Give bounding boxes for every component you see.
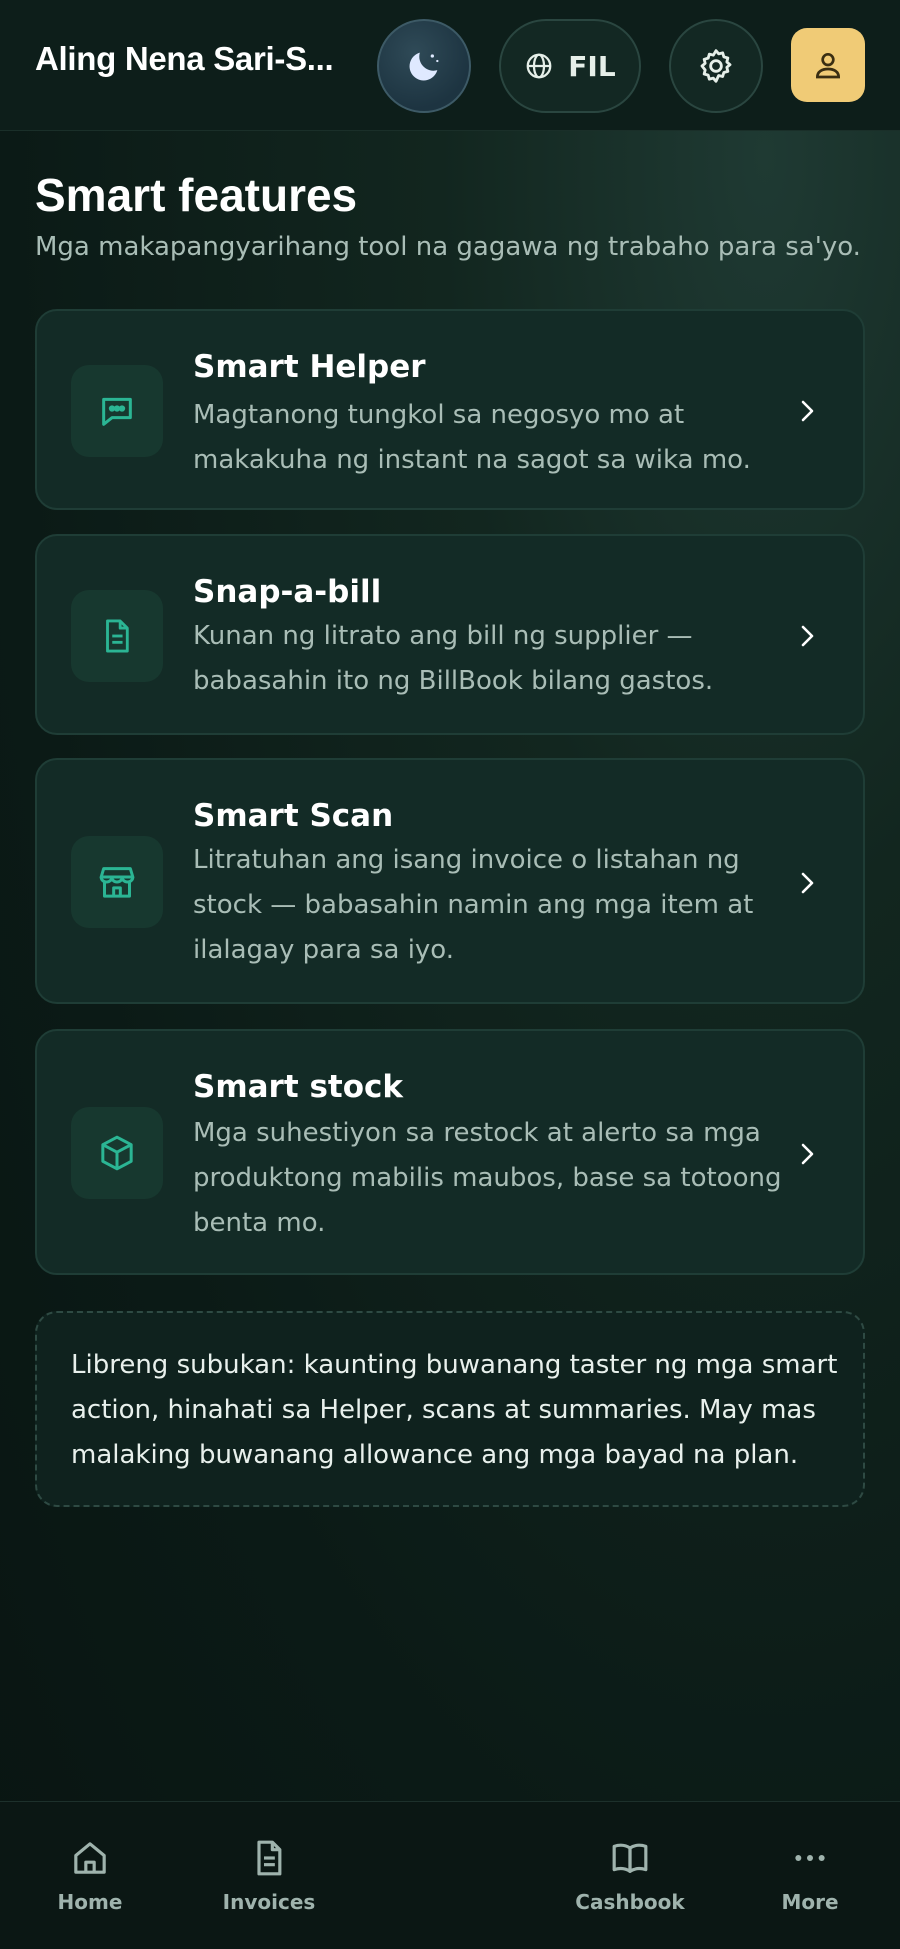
- settings-button[interactable]: [669, 19, 763, 113]
- theme-toggle-button[interactable]: [377, 19, 471, 113]
- nav-home[interactable]: Home: [20, 1838, 160, 1914]
- smart-features-screen: Aling Nena Sari-S... FIL Smart features …: [0, 0, 900, 1949]
- user-icon: [815, 53, 841, 79]
- card-title: Snap-a-bill: [193, 574, 382, 610]
- chevron-right-icon: [801, 872, 814, 894]
- chat-bubble-icon: [102, 397, 132, 426]
- smart-stock-card[interactable]: Smart stock Mga suhestiyon sa restock at…: [35, 1029, 865, 1275]
- card-icon-container: [71, 1107, 163, 1199]
- page-title: Smart features: [35, 169, 358, 221]
- moon-icon: [409, 52, 439, 81]
- card-description: Litratuhan ang isang invoice o listahan …: [193, 845, 754, 965]
- store-icon: [99, 867, 135, 898]
- card-icon-container: [71, 590, 163, 682]
- nav-cashbook[interactable]: Cashbook: [560, 1838, 700, 1914]
- book-open-icon: [612, 1843, 648, 1873]
- smart-helper-card[interactable]: Smart Helper Magtanong tungkol sa negosy…: [35, 309, 865, 510]
- card-description: Kunan ng litrato ang bill ng supplier — …: [193, 621, 714, 696]
- snap-a-bill-card[interactable]: Snap-a-bill Kunan ng litrato ang bill ng…: [35, 534, 865, 735]
- gear-icon: [700, 49, 732, 83]
- nav-invoices[interactable]: Invoices: [199, 1838, 339, 1914]
- card-title: Smart stock: [193, 1069, 404, 1105]
- chevron-right-icon: [801, 400, 814, 422]
- chevron-right-icon: [801, 625, 814, 647]
- nav-invoices-label: Invoices: [222, 1890, 316, 1914]
- globe-icon: [526, 53, 552, 79]
- nav-cashbook-label: Cashbook: [575, 1890, 685, 1914]
- card-description: Magtanong tungkol sa negosyo mo at makak…: [193, 400, 751, 475]
- home-icon: [74, 1842, 106, 1874]
- card-icon-container: [71, 836, 163, 928]
- card-description: Mga suhestiyon sa restock at alerto sa m…: [193, 1118, 782, 1238]
- language-label: FIL: [568, 49, 616, 83]
- chevron-right-icon: [801, 1143, 814, 1165]
- profile-button[interactable]: [791, 28, 865, 102]
- document-icon: [106, 619, 129, 653]
- bottom-navigation: Home Invoices Cashbook More: [0, 1801, 900, 1949]
- free-trial-note-text: Libreng subukan: kaunting buwanang taste…: [71, 1350, 838, 1470]
- card-title: Smart Helper: [193, 349, 426, 385]
- free-trial-note: Libreng subukan: kaunting buwanang taste…: [35, 1311, 865, 1507]
- more-dots-icon: [795, 1855, 825, 1861]
- smart-scan-card[interactable]: Smart Scan Litratuhan ang isang invoice …: [35, 758, 865, 1004]
- card-title: Smart Scan: [193, 798, 394, 834]
- card-icon-container: [71, 365, 163, 457]
- language-button[interactable]: FIL: [499, 19, 641, 113]
- document-icon: [257, 1840, 282, 1876]
- nav-more[interactable]: More: [740, 1838, 880, 1914]
- nav-home-label: Home: [57, 1890, 123, 1914]
- shop-name: Aling Nena Sari-S...: [35, 40, 334, 77]
- top-bar: Aling Nena Sari-S... FIL: [0, 0, 900, 131]
- box-icon: [101, 1135, 133, 1171]
- page-subtitle: Mga makapangyarihang tool na gagawa ng t…: [35, 232, 861, 262]
- nav-more-label: More: [781, 1890, 839, 1914]
